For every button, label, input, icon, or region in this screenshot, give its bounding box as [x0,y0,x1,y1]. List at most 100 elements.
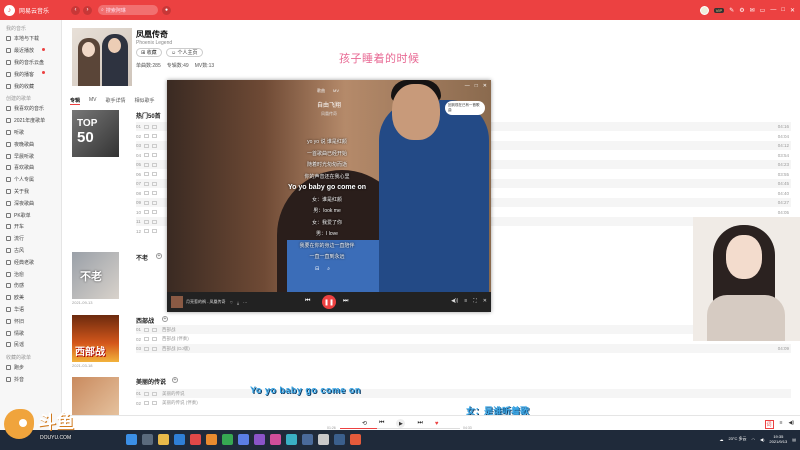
like-icon[interactable] [144,401,149,405]
windows-start-icon[interactable] [126,434,137,445]
download-icon[interactable] [152,327,157,332]
netease-music-icon[interactable] [190,434,201,445]
loop-icon[interactable]: ⟲ [362,420,367,427]
weather-text[interactable]: 23°C 多云 [728,436,746,442]
app-icon[interactable] [286,434,297,445]
video-player-window[interactable]: 歌曲 MV — □ ✕ 回到现在已有一首歌曲 自由飞翔 凤凰传奇 yo yo 说… [167,80,491,312]
maximize-icon[interactable]: □ [781,7,785,13]
sidebar-item[interactable]: 情歌 [0,327,61,339]
add-album-icon[interactable]: + [172,377,178,383]
download-icon[interactable] [152,391,157,396]
download-icon[interactable] [152,181,157,186]
sidebar-item[interactable]: 华语 [0,304,61,316]
close-mini-icon[interactable]: ✕ [483,298,487,304]
app-icon[interactable] [254,434,265,445]
download-icon[interactable] [152,172,157,176]
like-icon[interactable] [144,219,149,224]
download-icon[interactable] [152,124,157,129]
tab-song[interactable]: 歌曲 [317,88,325,94]
wechat-icon[interactable] [222,434,233,445]
sidebar-item[interactable]: 关于我 [0,186,61,198]
sidebar-item[interactable]: 欧美 [0,292,61,304]
microphone-icon[interactable]: ● [162,5,172,15]
download-icon[interactable] [152,210,157,214]
sidebar-item[interactable]: 跑步 [0,362,61,374]
playlist-icon[interactable]: ≡ [464,298,467,304]
like-icon[interactable] [144,391,149,396]
download-icon[interactable]: ⤓ [237,300,239,305]
clock[interactable]: 19:35 2021/9/13 [769,434,787,444]
next-icon[interactable]: ⏭ [417,420,422,427]
download-icon[interactable] [152,143,157,148]
sidebar-item[interactable]: 我的音乐云盘 [0,57,61,69]
like-icon[interactable] [144,229,149,233]
minimize-icon[interactable]: — [465,83,470,89]
album-cover[interactable]: 不老 [72,252,119,299]
volume-icon[interactable]: ◀) [760,437,764,442]
sidebar-item[interactable]: 最近播放 [0,45,61,57]
sidebar-item[interactable]: 流行 [0,233,61,245]
previous-icon[interactable]: ⏮ [379,420,384,427]
app-icon[interactable] [350,434,361,445]
download-icon[interactable] [152,134,157,138]
previous-icon[interactable]: ⏮ [305,298,310,305]
sidebar-item[interactable]: 本地与下载 [0,33,61,45]
sidebar-item[interactable]: 我的播客 [0,68,61,80]
play-button[interactable]: ▶ [396,419,406,428]
download-icon[interactable] [152,191,157,195]
sidebar-item[interactable]: 我喜欢的音乐 [0,103,61,115]
douyu-app-icon[interactable] [206,434,217,445]
tab-mv[interactable]: MV [89,97,97,105]
like-icon[interactable] [144,124,149,129]
forward-arrow-icon[interactable]: › [83,5,93,15]
mail-icon[interactable]: ✉ [750,7,755,14]
search-icon[interactable] [142,434,153,445]
app-icon[interactable] [318,434,329,445]
like-icon[interactable] [144,143,149,148]
download-icon[interactable] [152,153,157,157]
like-icon[interactable] [144,327,149,332]
top50-cover[interactable]: TOP 50 [72,110,119,157]
sidebar-item[interactable]: 我的收藏 [0,80,61,92]
like-icon[interactable] [144,153,149,157]
sidebar-item[interactable]: 民谣 [0,339,61,351]
user-avatar[interactable] [699,5,709,15]
vip-badge[interactable]: VIP [713,7,725,13]
album-cover[interactable]: 西部战 [72,315,119,362]
like-icon[interactable] [144,337,149,341]
search-input[interactable]: ⌕ 搜索阿琳 [98,5,159,15]
homepage-button[interactable]: ☺ 个人主页 [166,48,203,57]
song-row[interactable]: 03 西部战 (DJ版) 04:09 [136,344,791,353]
sidebar-item[interactable]: 治愈 [0,268,61,280]
song-row[interactable]: 01 美丽的传说 [136,389,791,398]
sidebar-item[interactable]: PK歌单 [0,209,61,221]
app-icon[interactable] [238,434,249,445]
like-icon[interactable] [144,134,149,138]
maximize-icon[interactable]: □ [475,83,478,89]
like-icon[interactable] [144,200,149,205]
tab-similar-artists[interactable]: 相似歌手 [135,97,155,105]
download-icon[interactable] [152,162,157,167]
sidebar-item[interactable]: 听歌 [0,127,61,139]
now-playing-cover[interactable] [171,296,183,308]
folder-icon[interactable] [158,434,169,445]
tab-artist-details[interactable]: 歌手详情 [106,97,126,105]
close-icon[interactable]: ✕ [790,7,795,14]
progress-bar[interactable] [340,428,460,429]
sidebar-item[interactable]: 2021年度歌单 [0,115,61,127]
more-icon[interactable]: ⋯ [243,300,247,305]
sidebar-item[interactable]: 开车 [0,221,61,233]
playlist-icon[interactable]: ≡ [780,420,783,429]
wifi-icon[interactable]: ◠ [752,437,756,442]
like-icon[interactable] [144,181,149,186]
sidebar-item[interactable]: 夜晚歌曲 [0,138,61,150]
volume-icon[interactable]: ◀) [788,420,794,429]
like-icon[interactable] [144,210,149,214]
sidebar-item[interactable]: 早晨听歌 [0,150,61,162]
like-icon[interactable]: ♥ [435,421,439,427]
sidebar-item[interactable]: 伤感 [0,280,61,292]
download-icon[interactable] [152,401,157,405]
like-icon[interactable] [144,162,149,167]
volume-icon[interactable]: ◀)) [451,298,458,304]
sidebar-item[interactable]: 古风 [0,245,61,257]
